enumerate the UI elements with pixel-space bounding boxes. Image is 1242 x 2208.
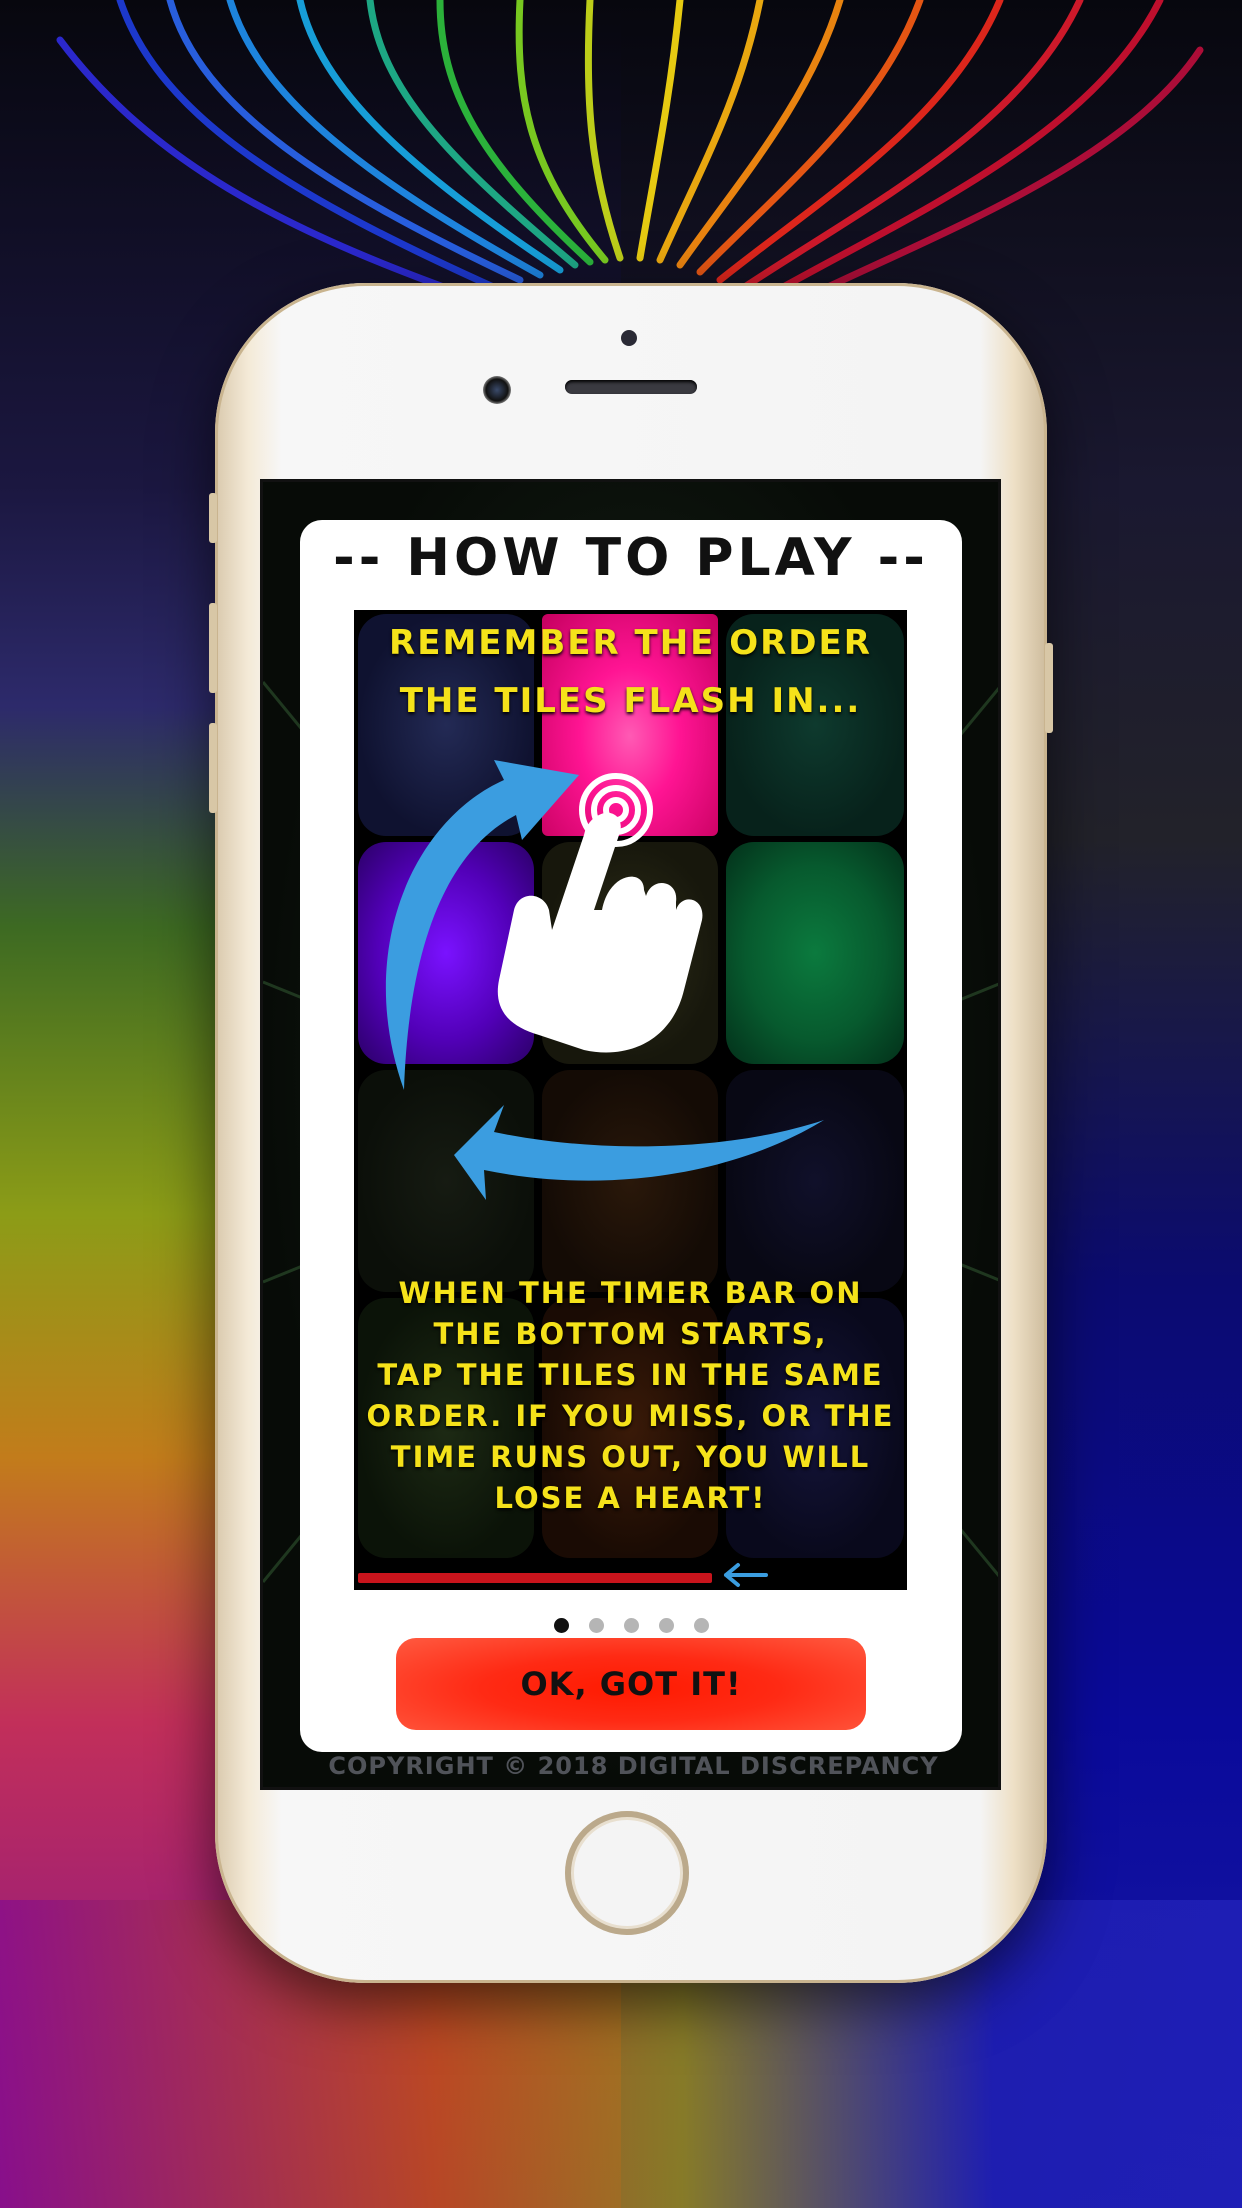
instruction-line: THE BOTTOM STARTS, <box>433 1317 828 1351</box>
instruction-line: TAP THE TILES IN THE SAME <box>377 1358 884 1392</box>
tutorial-heading-line-1: REMEMBER THE ORDER <box>389 623 872 663</box>
tutorial-heading-line-2: THE TILES FLASH IN... <box>399 681 862 721</box>
phone-frame: -- HOW TO PLAY -- REMEMBER THE ORDER THE… <box>209 283 1053 1983</box>
earpiece-speaker <box>565 380 697 394</box>
mute-switch <box>209 493 217 543</box>
tutorial-heading: REMEMBER THE ORDER THE TILES FLASH IN... <box>354 614 907 730</box>
home-button[interactable] <box>565 1811 689 1935</box>
power-button <box>1045 643 1053 733</box>
page-dot-4[interactable] <box>658 1618 674 1633</box>
hand-tap-icon <box>497 812 703 1053</box>
volume-down-button <box>209 723 217 813</box>
instruction-line: WHEN THE TIMER BAR ON <box>398 1276 863 1310</box>
tutorial-instructions: WHEN THE TIMER BAR ON THE BOTTOM STARTS,… <box>354 1273 907 1519</box>
tutorial-illustration: REMEMBER THE ORDER THE TILES FLASH IN...… <box>354 610 907 1590</box>
left-arrow-icon <box>724 1563 768 1587</box>
ok-got-it-button[interactable]: OK, GOT IT! <box>396 1638 866 1730</box>
page-dot-5[interactable] <box>693 1618 709 1633</box>
curved-arrow-icon <box>454 1105 824 1200</box>
instruction-line: LOSE A HEART! <box>494 1481 767 1515</box>
page-dot-2[interactable] <box>588 1618 604 1633</box>
dialog-title: -- HOW TO PLAY -- <box>333 528 929 588</box>
copyright-text: COPYRIGHT © 2018 DIGITAL DISCREPANCY <box>328 1752 939 1780</box>
timer-bar <box>358 1573 712 1583</box>
how-to-play-dialog: -- HOW TO PLAY -- REMEMBER THE ORDER THE… <box>300 520 962 1752</box>
page-dot-1[interactable] <box>553 1618 569 1633</box>
volume-up-button <box>209 603 217 693</box>
phone-screen: -- HOW TO PLAY -- REMEMBER THE ORDER THE… <box>260 479 1001 1790</box>
instruction-line: TIME RUNS OUT, YOU WILL <box>390 1440 871 1474</box>
instruction-line: ORDER. IF YOU MISS, OR THE <box>366 1399 895 1433</box>
proximity-sensor <box>621 330 637 346</box>
page-dot-3[interactable] <box>623 1618 639 1633</box>
front-camera <box>483 376 511 404</box>
page-indicator <box>300 1618 962 1638</box>
